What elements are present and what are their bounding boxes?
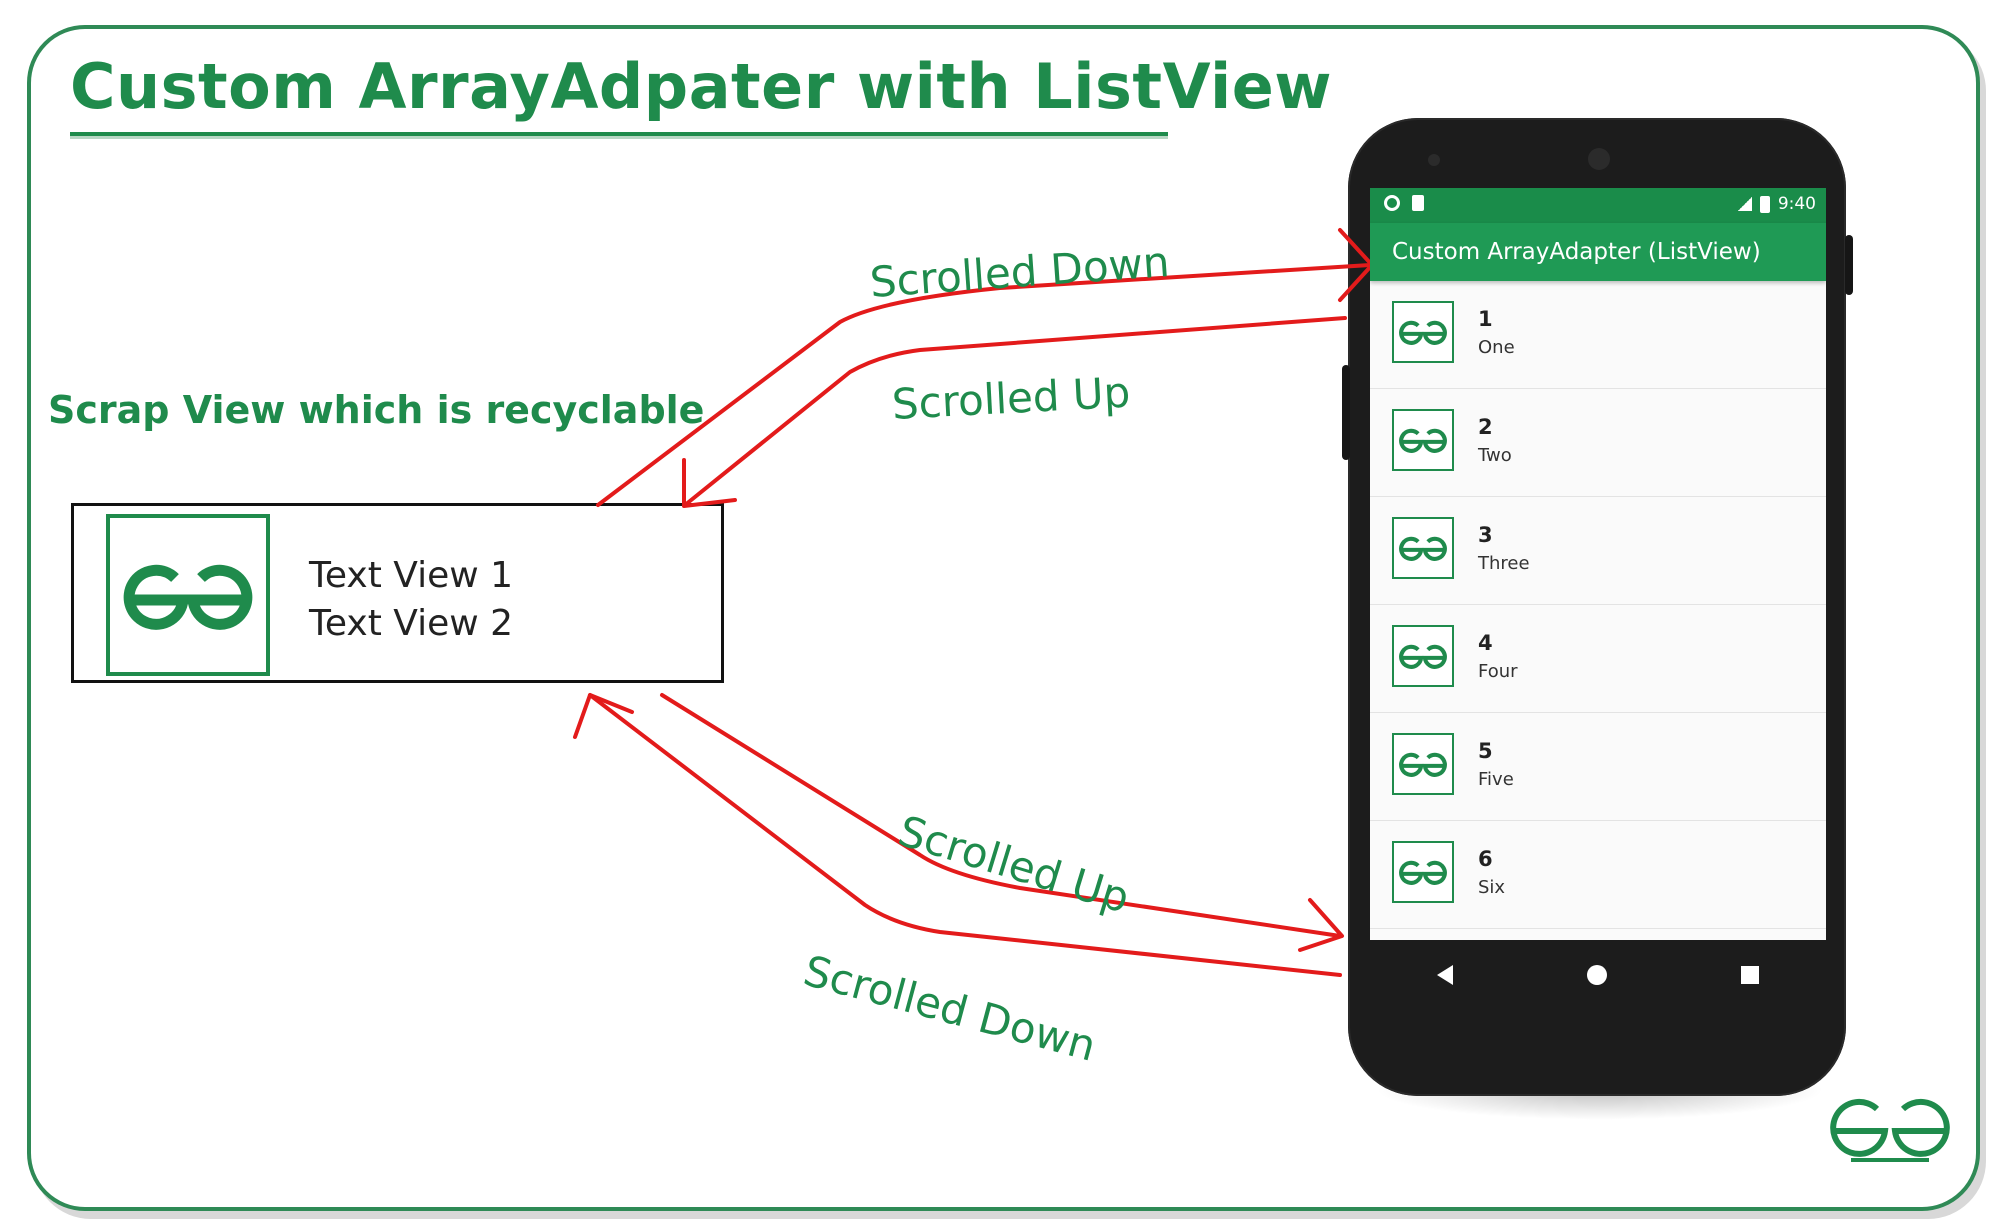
- arrowhead-bottom-forward: [1298, 898, 1344, 952]
- app-bar: Custom ArrayAdapter (ListView): [1370, 223, 1826, 281]
- arrowhead-bottom-back: [573, 693, 634, 739]
- gfg-corner-logo: [1825, 1095, 1955, 1169]
- app-title: Custom ArrayAdapter (ListView): [1392, 239, 1761, 265]
- arrow-bottom-forward: [660, 693, 1342, 938]
- gfg-logo-icon: [1830, 1098, 1950, 1162]
